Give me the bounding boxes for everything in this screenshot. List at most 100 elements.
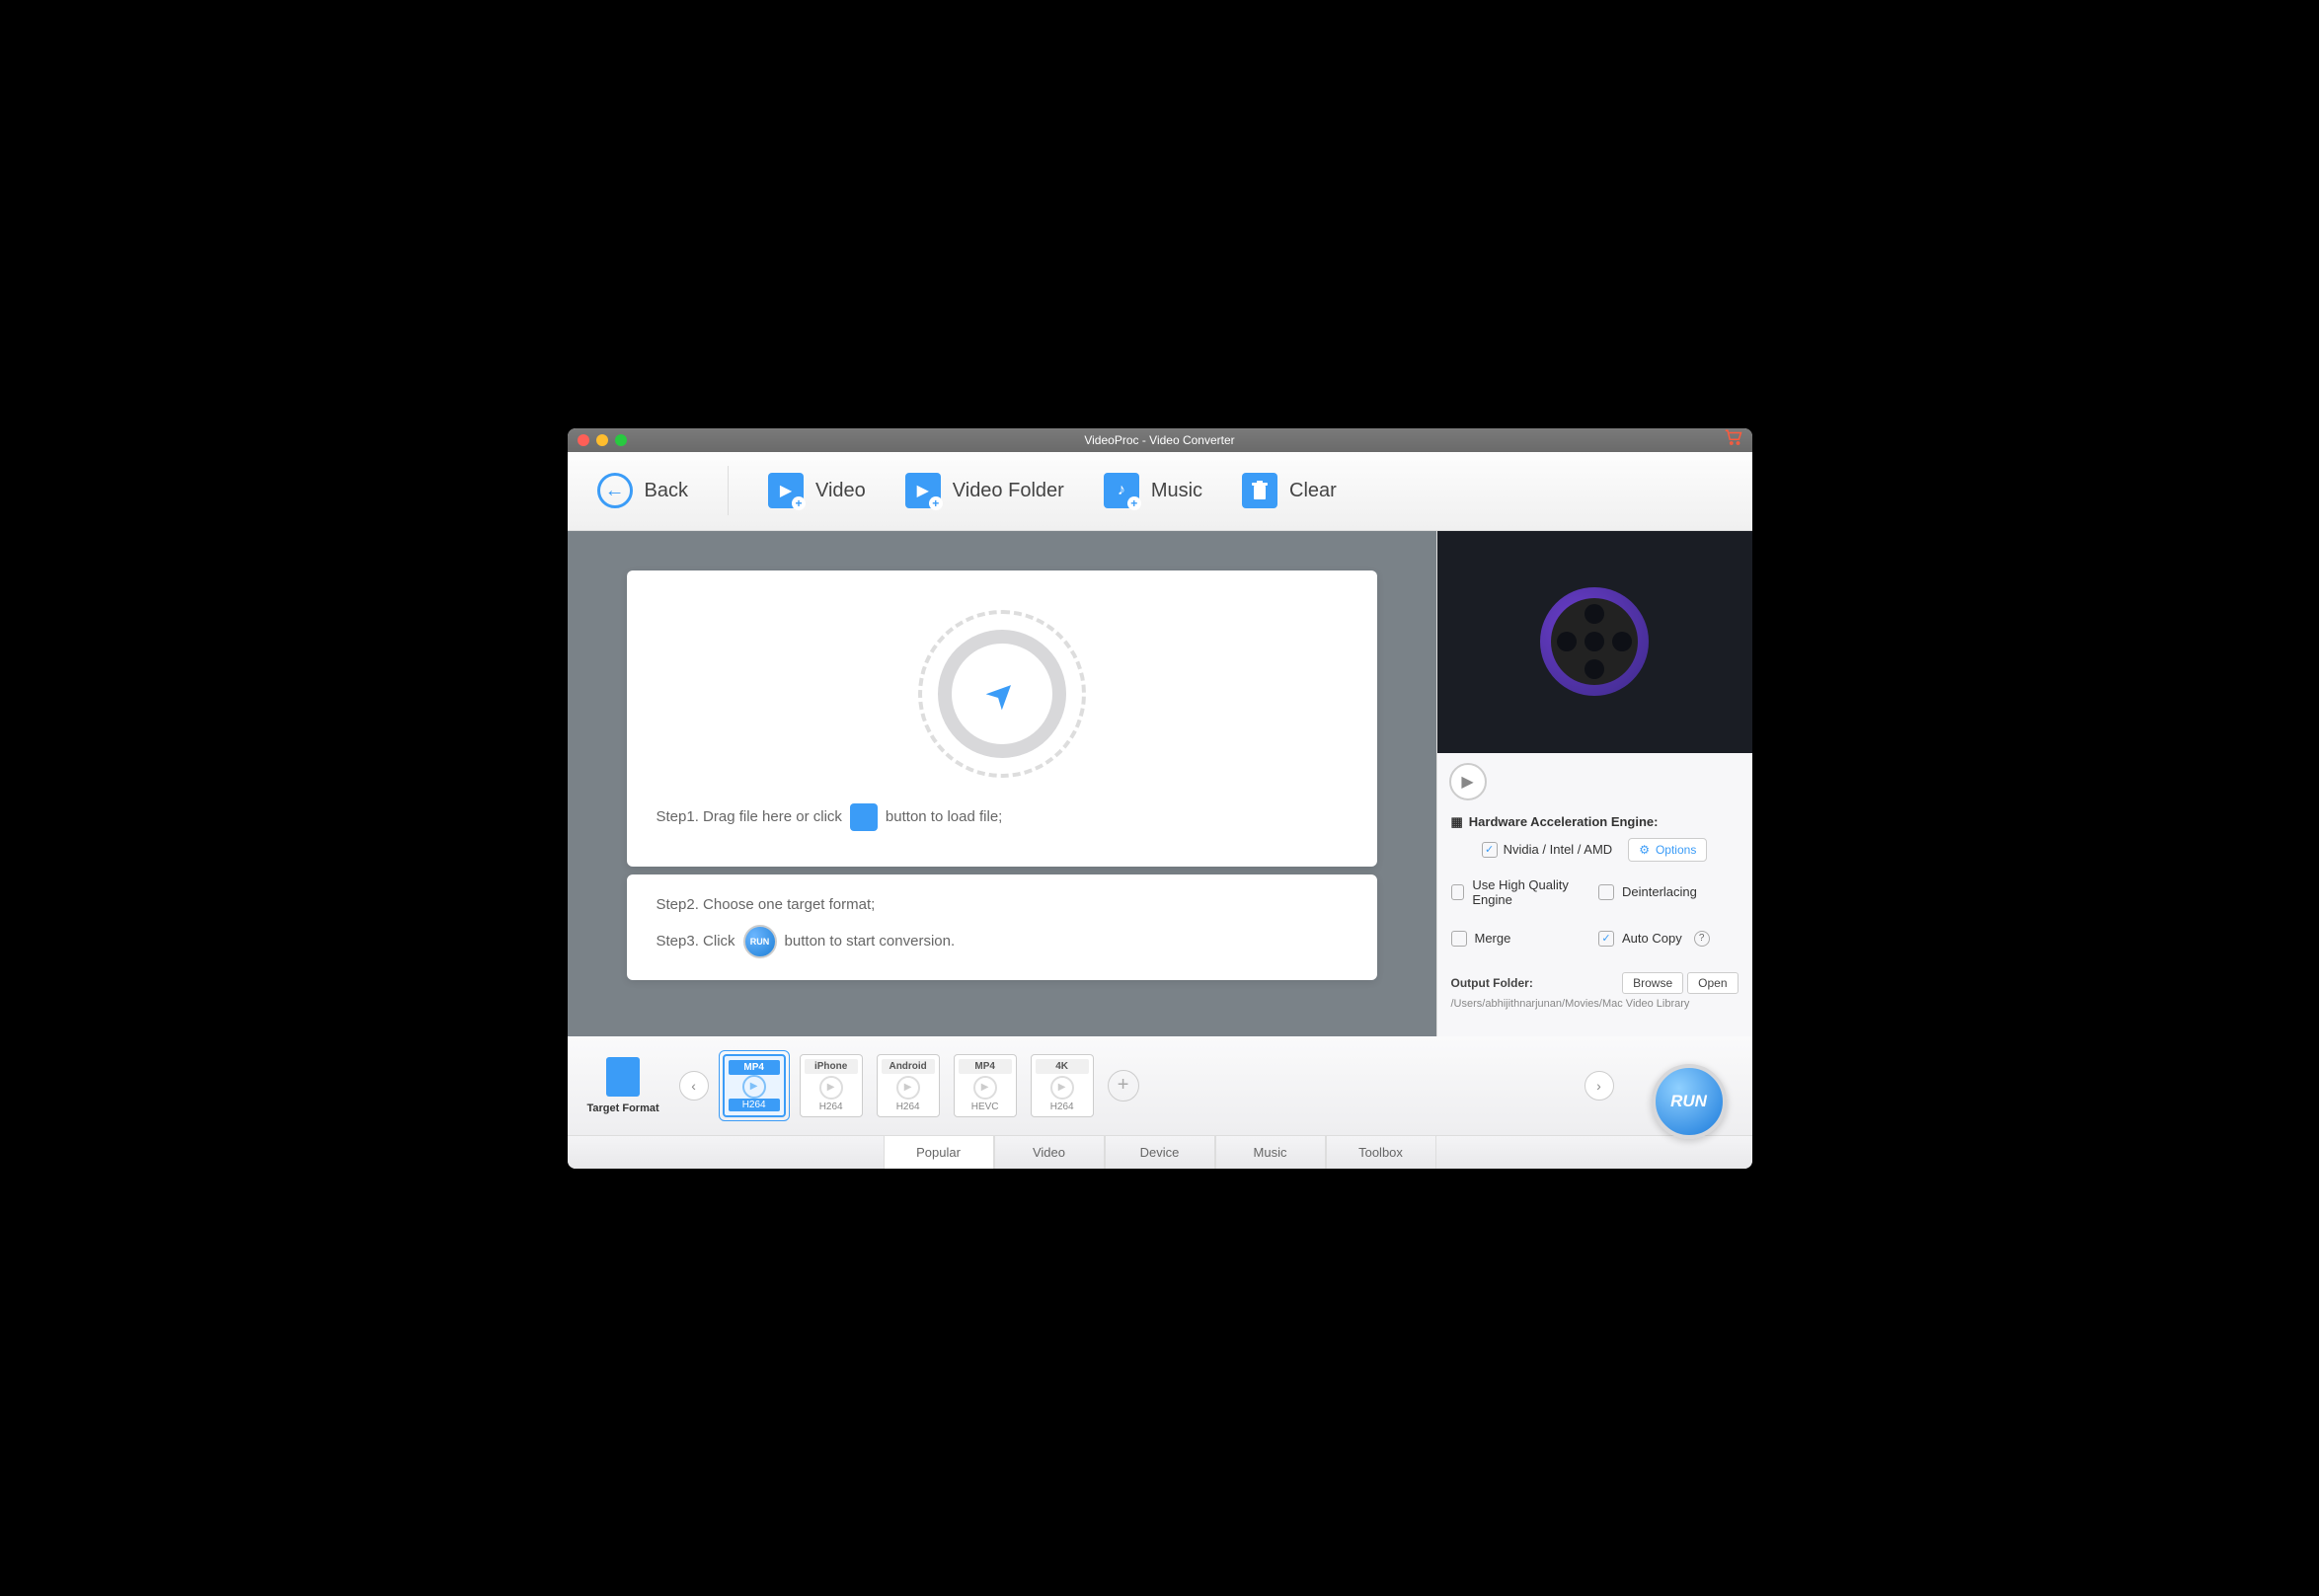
output-path: /Users/abhijithnarjunan/Movies/Mac Video… <box>1451 998 1739 1010</box>
drop-ring-inner: ➤ <box>938 630 1066 758</box>
formats-next-button[interactable]: › <box>1585 1071 1614 1101</box>
fmt-bot: H264 <box>729 1099 780 1111</box>
sidebar: ▶ ▦ Hardware Acceleration Engine: ✓ Nvid… <box>1436 531 1752 1036</box>
target-format-label: Target Format <box>587 1102 659 1114</box>
format-mp4-hevc[interactable]: MP4 ▶ HEVC <box>954 1054 1017 1117</box>
toolbar: ← Back ▶ Video ▶ Video Folder ♪ Music Cl… <box>568 452 1752 531</box>
video-icon: ▶ <box>768 473 804 508</box>
hq-label: Use High Quality Engine <box>1472 877 1590 907</box>
cart-icon[interactable] <box>1725 429 1742 450</box>
tab-toolbox[interactable]: Toolbox <box>1326 1136 1436 1169</box>
nvidia-checkbox[interactable]: ✓ <box>1482 842 1498 858</box>
deinterlace-checkbox[interactable] <box>1598 884 1614 900</box>
fmt-bot: H264 <box>1050 1102 1074 1112</box>
fmt-top: MP4 <box>959 1059 1012 1074</box>
autocopy-label: Auto Copy <box>1622 931 1682 946</box>
tab-device[interactable]: Device <box>1105 1136 1215 1169</box>
music-icon: ♪ <box>1104 473 1139 508</box>
trash-icon <box>1242 473 1277 508</box>
output-label: Output Folder: <box>1451 976 1533 990</box>
merge-label: Merge <box>1475 931 1511 946</box>
category-tabs: Popular Video Device Music Toolbox <box>568 1135 1752 1169</box>
step3-b: button to start conversion. <box>785 933 956 950</box>
preview-panel <box>1437 531 1752 753</box>
step3-text: Step3. Click RUN button to start convers… <box>657 919 1348 964</box>
back-button[interactable]: ← Back <box>597 473 688 508</box>
tab-video[interactable]: Video <box>994 1136 1105 1169</box>
titlebar: VideoProc - Video Converter <box>568 428 1752 452</box>
output-panel: Output Folder: Browse Open /Users/abhiji… <box>1437 962 1752 1020</box>
main-panel: ➤ Step1. Drag file here or click button … <box>568 531 1436 1036</box>
target-format-icon <box>606 1057 640 1097</box>
step1-video-icon <box>850 803 878 831</box>
drop-ring: ➤ <box>918 610 1086 778</box>
traffic-lights <box>578 434 627 446</box>
step1-a: Step1. Drag file here or click <box>657 808 842 825</box>
format-android[interactable]: Android ▶ H264 <box>877 1054 940 1117</box>
gear-icon: ⚙ <box>1639 843 1650 857</box>
format-bar: Target Format ‹ MP4 ▶ H264 iPhone ▶ H264… <box>568 1036 1752 1135</box>
hw-title: ▦ Hardware Acceleration Engine: <box>1451 814 1739 830</box>
nvidia-label: Nvidia / Intel / AMD <box>1504 842 1613 857</box>
minimize-icon[interactable] <box>596 434 608 446</box>
open-button[interactable]: Open <box>1687 972 1738 994</box>
hq-checkbox[interactable] <box>1451 884 1465 900</box>
tabs-spacer <box>568 1136 884 1169</box>
drop-zone[interactable]: ➤ Step1. Drag file here or click button … <box>627 570 1377 867</box>
step1-b: button to load file; <box>886 808 1002 825</box>
chip-icon: ▦ <box>1451 814 1463 830</box>
format-iphone[interactable]: iPhone ▶ H264 <box>800 1054 863 1117</box>
fmt-bot: H264 <box>896 1102 920 1112</box>
add-video-button[interactable]: ▶ Video <box>768 473 866 508</box>
separator <box>728 466 729 515</box>
add-folder-button[interactable]: ▶ Video Folder <box>905 473 1064 508</box>
tab-popular[interactable]: Popular <box>884 1136 994 1169</box>
target-format-icon-group: Target Format <box>587 1057 659 1114</box>
fmt-top: iPhone <box>805 1059 858 1074</box>
add-format-button[interactable]: + <box>1108 1070 1139 1102</box>
step2-text: Step2. Choose one target format; <box>657 890 1348 919</box>
fmt-bot: HEVC <box>971 1102 999 1112</box>
app-window: VideoProc - Video Converter ← Back ▶ Vid… <box>568 428 1752 1169</box>
fmt-mid-icon: ▶ <box>1050 1076 1074 1100</box>
upload-arrow-icon: ➤ <box>976 668 1027 719</box>
step1-text: Step1. Drag file here or click button to… <box>657 798 1003 837</box>
fmt-top: MP4 <box>729 1060 780 1075</box>
formats-prev-button[interactable]: ‹ <box>679 1071 709 1101</box>
back-icon: ← <box>597 473 633 508</box>
format-list: MP4 ▶ H264 iPhone ▶ H264 Android ▶ H264 … <box>723 1054 1139 1117</box>
options-label: Options <box>1656 843 1696 857</box>
clear-label: Clear <box>1289 480 1337 502</box>
steps-panel: Step2. Choose one target format; Step3. … <box>627 874 1377 980</box>
hw-title-text: Hardware Acceleration Engine: <box>1469 814 1659 829</box>
folder-icon: ▶ <box>905 473 941 508</box>
fmt-bot: H264 <box>819 1102 843 1112</box>
folder-label: Video Folder <box>953 480 1064 502</box>
run-button[interactable]: RUN <box>1652 1064 1727 1139</box>
clear-button[interactable]: Clear <box>1242 473 1337 508</box>
options-button[interactable]: ⚙ Options <box>1628 838 1707 862</box>
merge-checkbox[interactable] <box>1451 931 1467 947</box>
step3-a: Step3. Click <box>657 933 735 950</box>
play-button[interactable]: ▶ <box>1449 763 1487 800</box>
fmt-top: Android <box>882 1059 935 1074</box>
browse-button[interactable]: Browse <box>1622 972 1683 994</box>
content-area: ➤ Step1. Drag file here or click button … <box>568 531 1752 1036</box>
run-small-icon: RUN <box>743 925 777 958</box>
tab-music[interactable]: Music <box>1215 1136 1326 1169</box>
format-4k[interactable]: 4K ▶ H264 <box>1031 1054 1094 1117</box>
music-label: Music <box>1151 480 1202 502</box>
hw-accel-panel: ▦ Hardware Acceleration Engine: ✓ Nvidia… <box>1437 806 1752 962</box>
fmt-mid-icon: ▶ <box>896 1076 920 1100</box>
fmt-top: 4K <box>1036 1059 1089 1074</box>
format-mp4-h264[interactable]: MP4 ▶ H264 <box>723 1054 786 1117</box>
zoom-icon[interactable] <box>615 434 627 446</box>
autocopy-checkbox[interactable]: ✓ <box>1598 931 1614 947</box>
fmt-mid-icon: ▶ <box>819 1076 843 1100</box>
reel-logo-icon <box>1540 587 1649 696</box>
fmt-mid-icon: ▶ <box>973 1076 997 1100</box>
help-icon[interactable]: ? <box>1694 931 1710 947</box>
close-icon[interactable] <box>578 434 589 446</box>
window-title: VideoProc - Video Converter <box>1084 433 1234 447</box>
add-music-button[interactable]: ♪ Music <box>1104 473 1202 508</box>
